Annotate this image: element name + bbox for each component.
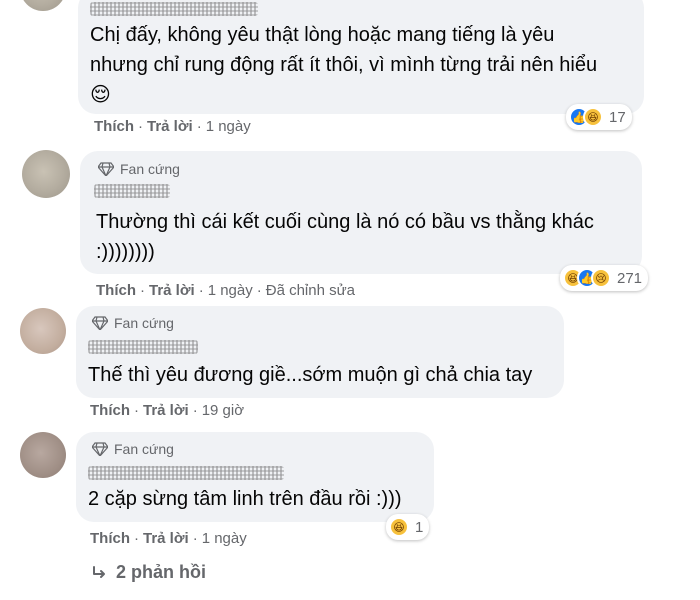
avatar[interactable] xyxy=(20,0,66,11)
fan-badge[interactable]: Fan cứng xyxy=(92,315,174,331)
like-link[interactable]: Thích xyxy=(94,118,134,135)
reaction-count: 1 xyxy=(415,518,424,536)
comment-text: 2 cặp sừng tâm linh trên đầu rồi :))) xyxy=(88,488,402,510)
comment-bubble: Chị đấy, không yêu thật lòng hoặc mang t… xyxy=(78,0,644,114)
commenter-name-redacted[interactable] xyxy=(94,184,170,198)
separator: · xyxy=(192,530,198,547)
like-link[interactable]: Thích xyxy=(90,530,130,547)
view-replies-link[interactable]: 2 phản hồi xyxy=(92,562,206,583)
separator: · xyxy=(140,282,145,299)
comment-text: Chị đấy, không yêu thật lòng hoặc mang t… xyxy=(90,24,598,106)
commenter-name-redacted[interactable] xyxy=(90,2,258,16)
badge-label: Fan cứng xyxy=(114,315,174,331)
replies-label: 2 phản hồi xyxy=(116,562,206,582)
separator: · xyxy=(134,530,139,547)
avatar[interactable] xyxy=(22,150,70,198)
timestamp[interactable]: 1 ngày xyxy=(202,530,247,547)
comment-actions: Thích · Trả lời · 1 ngày xyxy=(94,118,251,135)
comment-text: Thường thì cái kết cuối cùng là nó có bầ… xyxy=(96,211,594,263)
badge-label: Fan cứng xyxy=(114,441,174,457)
comment-bubble: Fan cứng Thế thì yêu đương giề...sớm muộ… xyxy=(76,306,564,398)
separator: · xyxy=(138,118,143,135)
commenter-name-redacted[interactable] xyxy=(88,340,198,354)
badge-label: Fan cứng xyxy=(120,161,180,177)
comment-text: Thế thì yêu đương giề...sớm muộn gì chả … xyxy=(88,364,533,386)
reply-link[interactable]: Trả lời xyxy=(147,118,193,135)
sad-reaction-icon: 😢 xyxy=(591,268,611,288)
fan-badge[interactable]: Fan cứng xyxy=(98,161,180,177)
reply-arrow-icon xyxy=(93,565,105,578)
separator: · xyxy=(134,402,139,419)
comment-bubble: Fan cứng Thường thì cái kết cuối cùng là… xyxy=(80,151,642,274)
diamond-icon xyxy=(98,162,114,176)
haha-reaction-icon: 😆 xyxy=(389,517,409,537)
reply-link[interactable]: Trả lời xyxy=(149,282,195,299)
reaction-summary[interactable]: 😆 1 xyxy=(386,514,430,540)
reaction-count: 17 xyxy=(609,108,626,126)
comment-bubble: Fan cứng 2 cặp sừng tâm linh trên đầu rồ… xyxy=(76,432,434,522)
separator: · xyxy=(196,118,202,135)
timestamp[interactable]: 19 giờ xyxy=(202,402,244,419)
comment-actions: Thích · Trả lời · 1 ngày · Đã chỉnh sửa xyxy=(96,282,355,299)
haha-reaction-icon: 😆 xyxy=(583,107,603,127)
comment-actions: Thích · Trả lời · 1 ngày xyxy=(90,530,247,547)
like-link[interactable]: Thích xyxy=(96,282,136,299)
reaction-count: 271 xyxy=(617,269,643,287)
comment-actions: Thích · Trả lời · 19 giờ xyxy=(90,402,244,419)
timestamp[interactable]: 1 ngày xyxy=(208,282,253,299)
avatar[interactable] xyxy=(20,432,66,478)
reaction-summary[interactable]: 👍 😆 17 xyxy=(566,104,632,130)
separator: · xyxy=(256,282,262,299)
reaction-summary[interactable]: 😆 👍 😢 271 xyxy=(560,265,649,291)
diamond-icon xyxy=(92,316,108,330)
diamond-icon xyxy=(92,442,108,456)
timestamp[interactable]: 1 ngày xyxy=(206,118,251,135)
reply-link[interactable]: Trả lời xyxy=(143,530,189,547)
avatar[interactable] xyxy=(20,308,66,354)
fan-badge[interactable]: Fan cứng xyxy=(92,441,174,457)
separator: · xyxy=(198,282,204,299)
commenter-name-redacted[interactable] xyxy=(88,466,284,480)
edited-label[interactable]: Đã chỉnh sửa xyxy=(266,282,355,299)
separator: · xyxy=(192,402,198,419)
reply-link[interactable]: Trả lời xyxy=(143,402,189,419)
like-link[interactable]: Thích xyxy=(90,402,130,419)
